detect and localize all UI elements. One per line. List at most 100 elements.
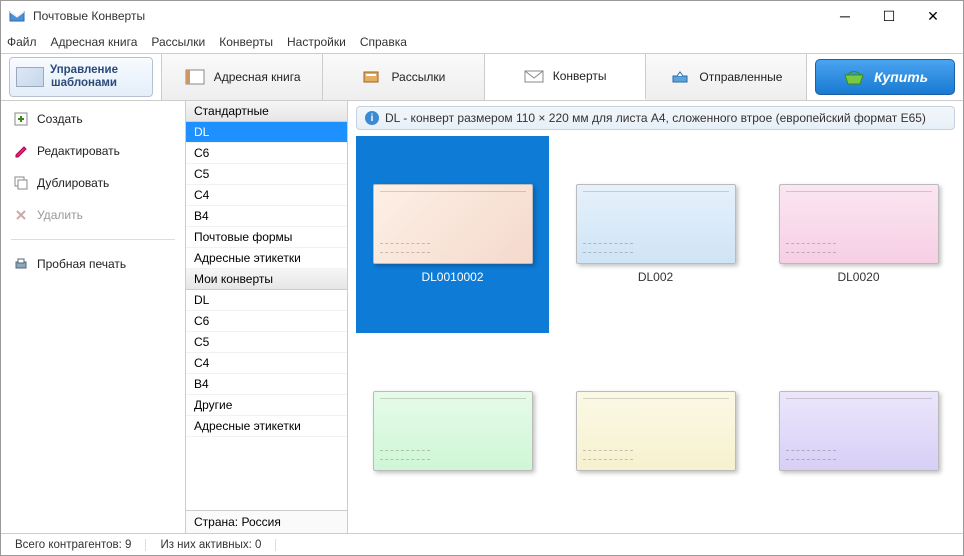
template-line2: шаблонами [51, 77, 117, 89]
app-window: Почтовые Конверты ─ ☐ ✕ Файл Адресная кн… [0, 0, 964, 556]
category-item[interactable]: C4 [186, 185, 347, 206]
gallery-item[interactable] [356, 343, 549, 526]
menubar: Файл Адресная книга Рассылки Конверты На… [1, 31, 963, 53]
close-button[interactable]: ✕ [911, 1, 955, 31]
sidebar-label: Пробная печать [37, 257, 126, 271]
sidebar-testprint[interactable]: Пробная печать [11, 252, 175, 276]
sidebar: Создать Редактировать Дублировать Удалит… [1, 101, 186, 533]
tab-envelopes[interactable]: Конверты [485, 54, 646, 100]
envelope-thumb [373, 184, 533, 264]
tab-sent[interactable]: Отправленные [646, 54, 807, 100]
envelope-thumb [779, 184, 939, 264]
country-footer: Страна: Россия [186, 511, 347, 533]
edit-icon [13, 143, 29, 159]
category-item[interactable]: C5 [186, 332, 347, 353]
envelope-gallery: DL0010002 DL002 DL0020 [348, 134, 963, 533]
menu-settings[interactable]: Настройки [287, 35, 346, 49]
tab-label: Адресная книга [214, 70, 301, 84]
category-item[interactable]: DL [186, 122, 347, 143]
gallery-label: DL0020 [837, 270, 879, 284]
gallery-item[interactable] [559, 343, 752, 526]
minimize-button[interactable]: ─ [823, 1, 867, 31]
envelope-thumb [779, 391, 939, 471]
status-active: Из них активных: 0 [146, 539, 276, 551]
sidebar-edit[interactable]: Редактировать [11, 139, 175, 163]
category-item[interactable]: C6 [186, 311, 347, 332]
country-label: Страна: [194, 515, 238, 529]
menu-mailing[interactable]: Рассылки [151, 35, 205, 49]
toolbar-tabs: Адресная книга Рассылки Конверты Отправл… [161, 54, 807, 100]
category-item[interactable]: C6 [186, 143, 347, 164]
info-text: DL - конверт размером 110 × 220 мм для л… [385, 111, 926, 125]
status-value: 9 [125, 539, 131, 551]
category-panel: Стандартные DL C6 C5 C4 B4 Почтовые форм… [186, 101, 348, 533]
tab-mailing[interactable]: Рассылки [323, 54, 484, 100]
tab-label: Конверты [553, 69, 607, 83]
sidebar-separator [11, 239, 175, 240]
gallery-item[interactable]: DL0010002 [356, 136, 549, 333]
gallery-item[interactable]: DL0020 [762, 136, 955, 333]
buy-label: Купить [874, 69, 928, 85]
category-list[interactable]: Стандартные DL C6 C5 C4 B4 Почтовые форм… [186, 101, 347, 511]
duplicate-icon [13, 175, 29, 191]
menu-file[interactable]: Файл [7, 35, 37, 49]
maximize-button[interactable]: ☐ [867, 1, 911, 31]
manage-templates-label: Управление шаблонами [50, 64, 118, 90]
buy-button[interactable]: Купить [815, 59, 955, 95]
content: Создать Редактировать Дублировать Удалит… [1, 101, 963, 533]
manage-templates-button[interactable]: Управление шаблонами [9, 57, 153, 97]
category-item[interactable]: C4 [186, 353, 347, 374]
status-label: Из них активных: [160, 539, 251, 551]
sidebar-create[interactable]: Создать [11, 107, 175, 131]
sidebar-label: Редактировать [37, 144, 120, 158]
sidebar-delete: Удалить [11, 203, 175, 227]
envelope-thumb [576, 184, 736, 264]
tab-label: Рассылки [391, 70, 445, 84]
main-panel: i DL - конверт размером 110 × 220 мм для… [348, 101, 963, 533]
outbox-icon [669, 68, 691, 86]
status-label: Всего контрагентов: [15, 539, 122, 551]
book-icon [184, 68, 206, 86]
create-icon [13, 111, 29, 127]
status-value: 0 [255, 539, 261, 551]
category-header-standard[interactable]: Стандартные [186, 101, 347, 122]
print-icon [13, 256, 29, 272]
basket-icon [842, 68, 866, 86]
country-value: Россия [242, 515, 281, 529]
status-total: Всего контрагентов: 9 [1, 539, 146, 551]
category-item[interactable]: C5 [186, 164, 347, 185]
sidebar-label: Удалить [37, 208, 83, 222]
delete-icon [13, 207, 29, 223]
gallery-item[interactable] [762, 343, 955, 526]
gallery-label: DL0010002 [421, 270, 483, 284]
category-item[interactable]: B4 [186, 374, 347, 395]
envelope-icon [523, 67, 545, 85]
category-item[interactable]: Почтовые формы [186, 227, 347, 248]
envelope-thumb [373, 391, 533, 471]
template-line1: Управление [50, 64, 118, 76]
category-header-mine[interactable]: Мои конверты [186, 269, 347, 290]
menu-help[interactable]: Справка [360, 35, 407, 49]
category-item[interactable]: Другие [186, 395, 347, 416]
sidebar-label: Создать [37, 112, 83, 126]
menu-envelopes[interactable]: Конверты [219, 35, 273, 49]
tab-addressbook[interactable]: Адресная книга [162, 54, 323, 100]
envelope-thumb [576, 391, 736, 471]
gallery-item[interactable]: DL002 [559, 136, 752, 333]
menu-addressbook[interactable]: Адресная книга [51, 35, 138, 49]
sidebar-duplicate[interactable]: Дублировать [11, 171, 175, 195]
tab-label: Отправленные [699, 70, 782, 84]
info-icon: i [365, 111, 379, 125]
titlebar: Почтовые Конверты ─ ☐ ✕ [1, 1, 963, 31]
category-item[interactable]: DL [186, 290, 347, 311]
toolbar: Управление шаблонами Адресная книга Расс… [1, 53, 963, 101]
category-item[interactable]: Адресные этикетки [186, 248, 347, 269]
statusbar: Всего контрагентов: 9 Из них активных: 0 [1, 533, 963, 555]
envelope-icon [16, 67, 44, 87]
app-icon [9, 8, 25, 24]
category-item[interactable]: B4 [186, 206, 347, 227]
window-title: Почтовые Конверты [33, 9, 823, 23]
gallery-label: DL002 [638, 270, 673, 284]
category-item[interactable]: Адресные этикетки [186, 416, 347, 437]
info-bar: i DL - конверт размером 110 × 220 мм для… [356, 106, 955, 130]
